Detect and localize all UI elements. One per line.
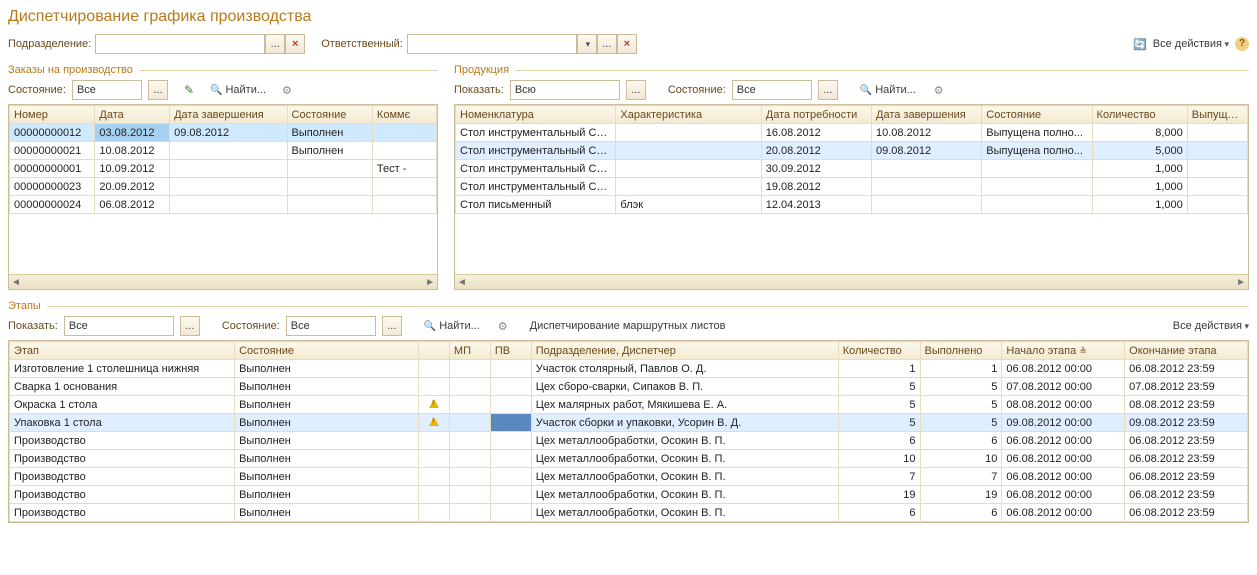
stages-col-done[interactable]: Выполнено [920, 342, 1002, 360]
products-state-select[interactable]: Все [732, 80, 812, 100]
products-col-need[interactable]: Дата потребности [761, 106, 871, 124]
products-col-nom[interactable]: Номенклатура [456, 106, 616, 124]
dept-select-button[interactable]: ... [265, 34, 285, 54]
orders-state-select[interactable]: Все [72, 80, 142, 100]
products-show-select[interactable]: Всю [510, 80, 620, 100]
products-scrollbar[interactable]: ◄► [455, 274, 1248, 289]
table-row[interactable]: Стол инструментальный СИ...19.08.20121,0… [456, 178, 1248, 196]
stages-legend: Этапы [8, 300, 1249, 312]
stages-col-mp[interactable]: МП [449, 342, 490, 360]
table-row[interactable]: ПроизводствоВыполненЦех металлообработки… [10, 504, 1248, 522]
page-title: Диспетчирование графика производства [8, 8, 1249, 26]
table-row[interactable]: 0000000001203.08.201209.08.2012Выполнен [10, 124, 437, 142]
warning-icon [429, 399, 439, 408]
table-row[interactable]: 0000000000110.09.2012Тест - [10, 160, 437, 178]
resp-select-button[interactable]: ... [597, 34, 617, 54]
table-row[interactable]: Окраска 1 столаВыполненЦех малярных рабо… [10, 396, 1248, 414]
table-row[interactable]: Стол инструментальный СИ...16.08.201210.… [456, 124, 1248, 142]
orders-edit-icon[interactable] [184, 83, 194, 97]
products-col-out[interactable]: Выпущено [1187, 106, 1247, 124]
products-col-qty[interactable]: Количество [1092, 106, 1187, 124]
dept-label: Подразделение: [8, 38, 91, 50]
dept-input[interactable] [95, 34, 265, 54]
orders-col-state[interactable]: Состояние [287, 106, 372, 124]
stages-col-state[interactable]: Состояние [235, 342, 419, 360]
stages-col-end[interactable]: Окончание этапа [1125, 342, 1248, 360]
orders-scrollbar[interactable]: ◄► [9, 274, 437, 289]
products-col-state[interactable]: Состояние [982, 106, 1092, 124]
stages-col-start[interactable]: Начало этапа ≜ [1002, 342, 1125, 360]
top-filter-row: Подразделение: ... × Ответственный: ... … [8, 34, 1249, 54]
orders-col-end[interactable]: Дата завершения [170, 106, 287, 124]
dept-clear-button[interactable]: × [285, 34, 305, 54]
orders-grid[interactable]: Номер Дата Дата завершения Состояние Ком… [8, 104, 438, 290]
all-actions-button[interactable]: Все действия [1153, 38, 1229, 50]
orders-col-comment[interactable]: Коммє [372, 106, 436, 124]
stages-find-button[interactable]: Найти... [424, 320, 480, 332]
orders-col-num[interactable]: Номер [10, 106, 95, 124]
table-row[interactable]: ПроизводствоВыполненЦех металлообработки… [10, 450, 1248, 468]
stages-show-select[interactable]: Все [64, 316, 174, 336]
table-row[interactable]: 0000000002406.08.2012 [10, 196, 437, 214]
stages-all-actions-button[interactable]: Все действия [1173, 320, 1249, 332]
stages-show-pick-button[interactable]: ... [180, 316, 200, 336]
orders-find-button[interactable]: Найти... [210, 84, 266, 96]
stages-col-warn[interactable] [419, 342, 450, 360]
resp-clear-button[interactable]: × [617, 34, 637, 54]
products-find-button[interactable]: Найти... [860, 84, 916, 96]
table-row[interactable]: ПроизводствоВыполненЦех металлообработки… [10, 486, 1248, 504]
dispatch-routes-link[interactable]: Диспетчирование маршрутных листов [530, 320, 726, 332]
products-grid[interactable]: Номенклатура Характеристика Дата потребн… [454, 104, 1249, 290]
stages-state-pick-button[interactable]: ... [382, 316, 402, 336]
products-settings-icon[interactable] [934, 84, 944, 97]
stages-state-label: Состояние: [222, 320, 280, 332]
products-legend: Продукция [454, 64, 1249, 76]
refresh-icon[interactable] [1133, 38, 1147, 51]
orders-state-label: Состояние: [8, 84, 66, 96]
table-row[interactable]: Изготовление 1 столешница нижняяВыполнен… [10, 360, 1248, 378]
table-row[interactable]: ПроизводствоВыполненЦех металлообработки… [10, 432, 1248, 450]
products-show-pick-button[interactable]: ... [626, 80, 646, 100]
orders-col-date[interactable]: Дата [95, 106, 170, 124]
stages-col-pv[interactable]: ПВ [490, 342, 531, 360]
table-row[interactable]: 0000000002110.08.2012Выполнен [10, 142, 437, 160]
products-state-pick-button[interactable]: ... [818, 80, 838, 100]
stages-col-stage[interactable]: Этап [10, 342, 235, 360]
resp-input[interactable] [407, 34, 577, 54]
stages-col-qty[interactable]: Количество [838, 342, 920, 360]
orders-legend: Заказы на производство [8, 64, 438, 76]
stages-state-select[interactable]: Все [286, 316, 376, 336]
table-row[interactable]: Упаковка 1 столаВыполненУчасток сборки и… [10, 414, 1248, 432]
resp-label: Ответственный: [321, 38, 403, 50]
products-state-label: Состояние: [668, 84, 726, 96]
orders-state-pick-button[interactable]: ... [148, 80, 168, 100]
products-col-end[interactable]: Дата завершения [872, 106, 982, 124]
table-row[interactable]: Стол письменныйблэк12.04.20131,000 [456, 196, 1248, 214]
table-row[interactable]: ПроизводствоВыполненЦех металлообработки… [10, 468, 1248, 486]
orders-settings-icon[interactable] [282, 84, 292, 97]
stages-col-dept[interactable]: Подразделение, Диспетчер [531, 342, 838, 360]
table-row[interactable]: Сварка 1 основанияВыполненЦех сборо-свар… [10, 378, 1248, 396]
table-row[interactable]: Стол инструментальный СИ...20.08.201209.… [456, 142, 1248, 160]
help-icon[interactable]: ? [1235, 37, 1249, 51]
warning-icon [429, 417, 439, 426]
stages-grid[interactable]: Этап Состояние МП ПВ Подразделение, Дисп… [8, 340, 1249, 523]
table-row[interactable]: 0000000002320.09.2012 [10, 178, 437, 196]
products-show-label: Показать: [454, 84, 504, 96]
resp-dropdown-button[interactable] [577, 34, 597, 54]
products-col-char[interactable]: Характеристика [616, 106, 761, 124]
stages-settings-icon[interactable] [498, 320, 508, 333]
stages-show-label: Показать: [8, 320, 58, 332]
table-row[interactable]: Стол инструментальный СИ...30.09.20121,0… [456, 160, 1248, 178]
